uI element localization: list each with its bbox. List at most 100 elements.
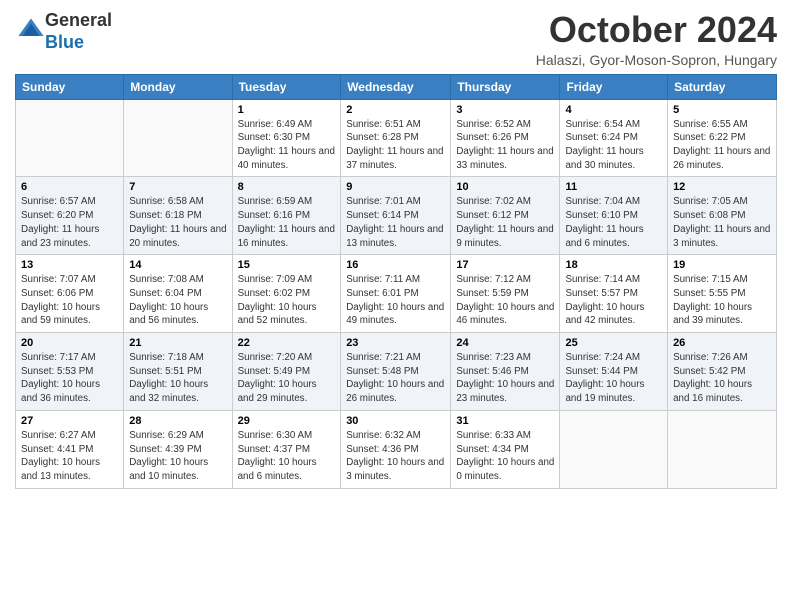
day-number: 4	[565, 104, 662, 116]
day-number: 10	[456, 181, 554, 193]
day-number: 6	[21, 181, 118, 193]
logo: General Blue	[15, 10, 112, 53]
day-number: 31	[456, 415, 554, 427]
day-info: Sunrise: 6:49 AM Sunset: 6:30 PM Dayligh…	[238, 118, 336, 173]
cell-inner: 19 Sunrise: 7:15 AM Sunset: 5:55 PM Dayli…	[673, 259, 771, 328]
calendar-cell: 14Sunrise: 7:08 AM Sunset: 6:04 PM Dayli…	[124, 255, 232, 333]
day-number: 5	[673, 104, 771, 116]
calendar-week-row: 1Sunrise: 6:49 AM Sunset: 6:30 PM Daylig…	[16, 99, 777, 177]
day-info: Sunrise: 6:59 AM Sunset: 6:16 PM Dayligh…	[238, 195, 336, 250]
calendar-cell: 27Sunrise: 6:27 AM Sunset: 4:41 PM Dayli…	[16, 410, 124, 488]
day-of-week-header: Tuesday	[232, 74, 341, 99]
day-number: 12	[673, 181, 771, 193]
day-info: Sunrise: 6:58 AM Sunset: 6:18 PM Dayligh…	[129, 195, 226, 250]
day-info: Sunrise: 6:32 AM Sunset: 4:36 PM Dayligh…	[346, 429, 445, 484]
day-number: 23	[346, 337, 445, 349]
calendar-week-row: 27Sunrise: 6:27 AM Sunset: 4:41 PM Dayli…	[16, 410, 777, 488]
day-info: Sunrise: 6:57 AM Sunset: 6:20 PM Dayligh…	[21, 195, 118, 250]
day-info: Sunrise: 7:09 AM Sunset: 6:02 PM Dayligh…	[238, 273, 336, 328]
cell-inner: 4Sunrise: 6:54 AM Sunset: 6:24 PM Daylig…	[565, 104, 662, 173]
calendar-cell	[668, 410, 777, 488]
calendar-week-row: 13 Sunrise: 7:07 AM Sunset: 6:06 PM Dayli…	[16, 255, 777, 333]
calendar-cell: 25Sunrise: 7:24 AM Sunset: 5:44 PM Dayli…	[560, 333, 668, 411]
calendar-cell: 28Sunrise: 6:29 AM Sunset: 4:39 PM Dayli…	[124, 410, 232, 488]
day-number: 20	[21, 337, 118, 349]
logo-blue-text: Blue	[45, 32, 84, 52]
cell-inner: 24Sunrise: 7:23 AM Sunset: 5:46 PM Dayli…	[456, 337, 554, 406]
logo-general-text: General	[45, 10, 112, 30]
day-of-week-header: Wednesday	[341, 74, 451, 99]
cell-inner: 23 Sunrise: 7:21 AM Sunset: 5:48 PM Dayli…	[346, 337, 445, 406]
calendar-cell: 23 Sunrise: 7:21 AM Sunset: 5:48 PM Dayli…	[341, 333, 451, 411]
title-block: October 2024 Halaszi, Gyor-Moson-Sopron,…	[536, 10, 777, 68]
day-info: Sunrise: 6:52 AM Sunset: 6:26 PM Dayligh…	[456, 118, 554, 173]
cell-inner: 28Sunrise: 6:29 AM Sunset: 4:39 PM Dayli…	[129, 415, 226, 484]
cell-inner: 1Sunrise: 6:49 AM Sunset: 6:30 PM Daylig…	[238, 104, 336, 173]
calendar-week-row: 20Sunrise: 7:17 AM Sunset: 5:53 PM Dayli…	[16, 333, 777, 411]
calendar-cell: 9 Sunrise: 7:01 AM Sunset: 6:14 PM Daylig…	[341, 177, 451, 255]
calendar-cell: 3 Sunrise: 6:52 AM Sunset: 6:26 PM Daylig…	[451, 99, 560, 177]
day-info: Sunrise: 6:29 AM Sunset: 4:39 PM Dayligh…	[129, 429, 226, 484]
calendar-cell: 1Sunrise: 6:49 AM Sunset: 6:30 PM Daylig…	[232, 99, 341, 177]
calendar-cell: 8 Sunrise: 6:59 AM Sunset: 6:16 PM Daylig…	[232, 177, 341, 255]
cell-inner: 25Sunrise: 7:24 AM Sunset: 5:44 PM Dayli…	[565, 337, 662, 406]
day-of-week-header: Monday	[124, 74, 232, 99]
day-number: 26	[673, 337, 771, 349]
calendar-cell: 10Sunrise: 7:02 AM Sunset: 6:12 PM Dayli…	[451, 177, 560, 255]
day-number: 15	[238, 259, 336, 271]
day-number: 24	[456, 337, 554, 349]
cell-inner: 18Sunrise: 7:14 AM Sunset: 5:57 PM Dayli…	[565, 259, 662, 328]
cell-inner: 12Sunrise: 7:05 AM Sunset: 6:08 PM Dayli…	[673, 181, 771, 250]
day-of-week-header: Saturday	[668, 74, 777, 99]
day-number: 9	[346, 181, 445, 193]
header: General Blue October 2024 Halaszi, Gyor-…	[15, 10, 777, 68]
day-number: 22	[238, 337, 336, 349]
day-info: Sunrise: 6:30 AM Sunset: 4:37 PM Dayligh…	[238, 429, 336, 484]
day-number: 13	[21, 259, 118, 271]
day-info: Sunrise: 6:51 AM Sunset: 6:28 PM Dayligh…	[346, 118, 445, 173]
day-info: Sunrise: 7:07 AM Sunset: 6:06 PM Dayligh…	[21, 273, 118, 328]
calendar-cell: 19 Sunrise: 7:15 AM Sunset: 5:55 PM Dayli…	[668, 255, 777, 333]
day-number: 21	[129, 337, 226, 349]
cell-inner: 26 Sunrise: 7:26 AM Sunset: 5:42 PM Dayli…	[673, 337, 771, 406]
cell-inner: 5Sunrise: 6:55 AM Sunset: 6:22 PM Daylig…	[673, 104, 771, 173]
day-number: 30	[346, 415, 445, 427]
day-info: Sunrise: 7:01 AM Sunset: 6:14 PM Dayligh…	[346, 195, 445, 250]
day-info: Sunrise: 6:27 AM Sunset: 4:41 PM Dayligh…	[21, 429, 118, 484]
calendar-cell	[16, 99, 124, 177]
calendar-header-row: SundayMondayTuesdayWednesdayThursdayFrid…	[16, 74, 777, 99]
day-info: Sunrise: 7:18 AM Sunset: 5:51 PM Dayligh…	[129, 351, 226, 406]
calendar-cell: 12Sunrise: 7:05 AM Sunset: 6:08 PM Dayli…	[668, 177, 777, 255]
day-info: Sunrise: 7:21 AM Sunset: 5:48 PM Dayligh…	[346, 351, 445, 406]
month-title: October 2024	[536, 10, 777, 50]
calendar-cell: 17Sunrise: 7:12 AM Sunset: 5:59 PM Dayli…	[451, 255, 560, 333]
cell-inner: 21 Sunrise: 7:18 AM Sunset: 5:51 PM Dayli…	[129, 337, 226, 406]
day-info: Sunrise: 7:15 AM Sunset: 5:55 PM Dayligh…	[673, 273, 771, 328]
day-of-week-header: Friday	[560, 74, 668, 99]
day-info: Sunrise: 7:26 AM Sunset: 5:42 PM Dayligh…	[673, 351, 771, 406]
day-of-week-header: Thursday	[451, 74, 560, 99]
calendar-table: SundayMondayTuesdayWednesdayThursdayFrid…	[15, 74, 777, 489]
day-number: 29	[238, 415, 336, 427]
cell-inner: 6 Sunrise: 6:57 AM Sunset: 6:20 PM Daylig…	[21, 181, 118, 250]
logo-icon	[17, 15, 45, 43]
day-info: Sunrise: 7:11 AM Sunset: 6:01 PM Dayligh…	[346, 273, 445, 328]
day-number: 2	[346, 104, 445, 116]
calendar-cell: 7Sunrise: 6:58 AM Sunset: 6:18 PM Daylig…	[124, 177, 232, 255]
day-number: 19	[673, 259, 771, 271]
cell-inner: 29 Sunrise: 6:30 AM Sunset: 4:37 PM Dayli…	[238, 415, 336, 484]
calendar-cell: 6 Sunrise: 6:57 AM Sunset: 6:20 PM Daylig…	[16, 177, 124, 255]
day-number: 25	[565, 337, 662, 349]
calendar-cell: 2 Sunrise: 6:51 AM Sunset: 6:28 PM Daylig…	[341, 99, 451, 177]
subtitle: Halaszi, Gyor-Moson-Sopron, Hungary	[536, 52, 777, 68]
cell-inner: 13 Sunrise: 7:07 AM Sunset: 6:06 PM Dayli…	[21, 259, 118, 328]
day-number: 3	[456, 104, 554, 116]
cell-inner: 8 Sunrise: 6:59 AM Sunset: 6:16 PM Daylig…	[238, 181, 336, 250]
cell-inner: 22Sunrise: 7:20 AM Sunset: 5:49 PM Dayli…	[238, 337, 336, 406]
cell-inner: 16Sunrise: 7:11 AM Sunset: 6:01 PM Dayli…	[346, 259, 445, 328]
calendar-week-row: 6 Sunrise: 6:57 AM Sunset: 6:20 PM Daylig…	[16, 177, 777, 255]
cell-inner: 14Sunrise: 7:08 AM Sunset: 6:04 PM Dayli…	[129, 259, 226, 328]
day-number: 8	[238, 181, 336, 193]
cell-inner: 3 Sunrise: 6:52 AM Sunset: 6:26 PM Daylig…	[456, 104, 554, 173]
day-number: 17	[456, 259, 554, 271]
